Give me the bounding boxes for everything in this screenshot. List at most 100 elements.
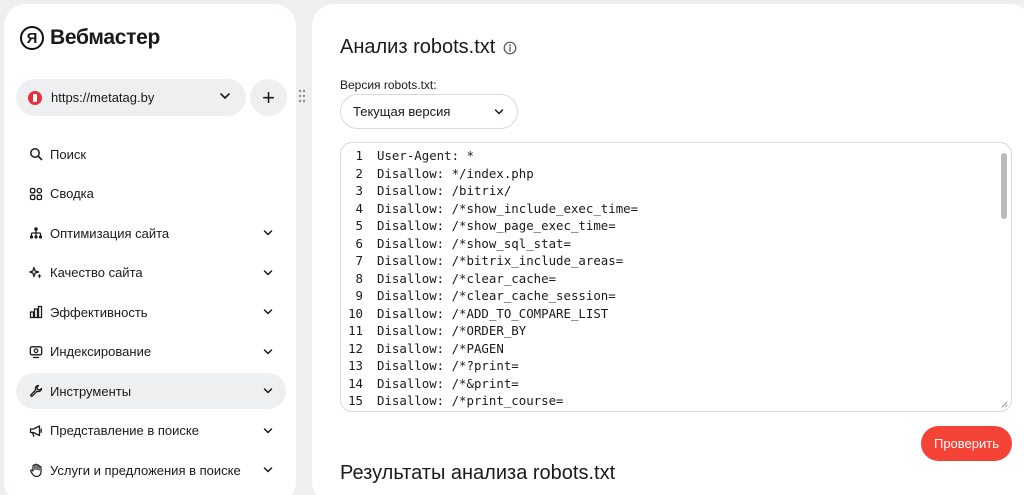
line-content: User-Agent: * — [377, 148, 474, 163]
version-label: Версия robots.txt: — [340, 78, 437, 92]
site-selector[interactable]: https://metatag.by — [16, 79, 246, 116]
code-line: 1 User-Agent: * — [341, 147, 638, 165]
sidebar-item-search[interactable]: Поиск — [16, 136, 286, 172]
line-content: Disallow: /*show_include_exec_time= — [377, 200, 639, 216]
line-number: 14 — [348, 375, 363, 391]
add-site-button[interactable]: + — [250, 79, 287, 116]
sidebar-nav: Поиск Сводка Оптимизация сайта Качество … — [16, 136, 286, 492]
code-line: 6 Disallow: /*show_sql_stat= — [341, 235, 638, 253]
line-number: 3 — [355, 183, 363, 198]
sidebar: Я Вебмастер https://metatag.by + Поиск С… — [4, 4, 296, 495]
site-url: https://metatag.by — [51, 90, 155, 105]
sidebar-item-label: Услуги и предложения в поиске — [50, 462, 241, 478]
bar-chart-icon — [28, 304, 44, 320]
line-content: Disallow: /*ORDER_BY — [377, 323, 527, 338]
chevron-down-icon — [263, 467, 273, 473]
sidebar-item-label: Поиск — [50, 146, 87, 162]
app-name: Вебмастер — [50, 26, 160, 49]
hierarchy-icon — [28, 225, 44, 241]
line-content: Disallow: /*?print= — [377, 358, 519, 373]
sidebar-item-quality[interactable]: Качество сайта — [16, 255, 286, 291]
sidebar-item-tools[interactable]: Инструменты — [16, 373, 286, 409]
main-panel: Анализ robots.txt Версия robots.txt: Тек… — [312, 4, 1024, 495]
sidebar-item-label: Инструменты — [50, 383, 132, 399]
version-select-value: Текущая версия — [353, 104, 451, 119]
page-title: Анализ robots.txt — [340, 36, 517, 59]
chevron-down-icon — [220, 93, 230, 99]
sidebar-item-label: Качество сайта — [50, 265, 143, 280]
line-content: Disallow: /*ADD_TO_COMPARE_LIST — [377, 305, 609, 321]
info-icon[interactable] — [503, 41, 517, 55]
line-content: Disallow: /bitrix/ — [377, 183, 512, 198]
chevron-down-icon — [263, 309, 273, 315]
line-content: Disallow: /*clear_cache= — [377, 270, 557, 286]
line-content: Disallow: /*bitrix_include_areas= — [377, 253, 624, 268]
site-favicon-icon — [28, 90, 42, 105]
line-number: 6 — [355, 235, 363, 251]
chevron-down-icon — [263, 427, 273, 433]
line-content: Disallow: /*print_course= — [377, 393, 564, 408]
sidebar-item-indexing[interactable]: Индексирование — [16, 334, 286, 370]
code-line: 3 Disallow: /bitrix/ — [341, 182, 638, 200]
hand-icon — [28, 462, 44, 478]
chevron-down-icon — [263, 348, 273, 354]
code-line: 8 Disallow: /*clear_cache= — [341, 270, 638, 288]
code-line: 5 Disallow: /*show_page_exec_time= — [341, 217, 638, 235]
code-line: 7 Disallow: /*bitrix_include_areas= — [341, 252, 638, 270]
code-line: 12 Disallow: /*PAGEN — [341, 340, 638, 358]
sidebar-resize-handle-icon[interactable] — [297, 88, 307, 104]
code-line: 15 Disallow: /*print_course= — [341, 392, 638, 410]
app-logo[interactable]: Я Вебмастер — [20, 26, 160, 50]
line-number: 1 — [355, 148, 363, 163]
resize-grip-icon[interactable] — [1000, 400, 1008, 408]
wrench-icon — [28, 383, 44, 399]
line-number: 9 — [355, 288, 363, 303]
chevron-down-icon — [263, 230, 273, 236]
code-line: 10 Disallow: /*ADD_TO_COMPARE_LIST — [341, 305, 638, 323]
sidebar-item-search-presentation[interactable]: Представление в поиске — [16, 413, 286, 449]
code-line: 13 Disallow: /*?print= — [341, 357, 638, 375]
line-number: 4 — [355, 200, 363, 216]
code-line: 14 Disallow: /*&print= — [341, 375, 638, 393]
line-number: 5 — [355, 218, 363, 233]
line-number: 12 — [348, 340, 363, 356]
sidebar-item-efficiency[interactable]: Эффективность — [16, 294, 286, 330]
code-line: 2 Disallow: */index.php — [341, 165, 638, 183]
line-number: 7 — [355, 253, 363, 268]
sidebar-item-label: Сводка — [50, 186, 94, 201]
grid-icon — [28, 186, 44, 202]
line-content: Disallow: */index.php — [377, 165, 534, 181]
sidebar-item-label: Оптимизация сайта — [50, 225, 170, 241]
code-line: 11 Disallow: /*ORDER_BY — [341, 322, 638, 340]
line-content: Disallow: /*&print= — [377, 375, 519, 391]
line-number: 15 — [348, 393, 363, 408]
line-content: Disallow: /*clear_cache_session= — [377, 288, 616, 303]
page-title-text: Анализ robots.txt — [340, 36, 496, 58]
sidebar-item-optimization[interactable]: Оптимизация сайта — [16, 215, 286, 251]
line-content: Disallow: /*PAGEN — [377, 340, 504, 356]
monitor-icon — [28, 344, 44, 360]
search-icon — [28, 146, 44, 162]
chevron-down-icon — [494, 109, 504, 115]
sidebar-item-summary[interactable]: Сводка — [16, 176, 286, 212]
line-number: 11 — [348, 323, 363, 338]
line-content: Disallow: /*show_sql_stat= — [377, 235, 571, 251]
chevron-down-icon — [263, 269, 273, 275]
robots-editor[interactable]: 1 User-Agent: * 2 Disallow: */index.php 3D… — [340, 142, 1012, 412]
line-number: 10 — [348, 305, 363, 321]
sidebar-item-label: Представление в поиске — [50, 423, 199, 438]
code-line: 4 Disallow: /*show_include_exec_time= — [341, 200, 639, 218]
sparkle-icon — [28, 265, 44, 281]
megaphone-icon — [28, 423, 44, 439]
code-area[interactable]: 1 User-Agent: * 2 Disallow: */index.php 3D… — [341, 147, 638, 410]
sidebar-item-services[interactable]: Услуги и предложения в поиске — [16, 452, 286, 488]
version-select[interactable]: Текущая версия — [340, 94, 518, 129]
editor-scrollbar[interactable] — [1001, 153, 1007, 219]
yandex-logo-icon: Я — [20, 26, 44, 50]
sidebar-item-label: Эффективность — [50, 304, 148, 320]
line-number: 2 — [355, 165, 363, 181]
line-number: 8 — [355, 270, 363, 286]
check-button[interactable]: Проверить — [921, 426, 1012, 461]
line-content: Disallow: /*show_page_exec_time= — [377, 218, 616, 233]
sidebar-item-label: Индексирование — [50, 344, 152, 359]
